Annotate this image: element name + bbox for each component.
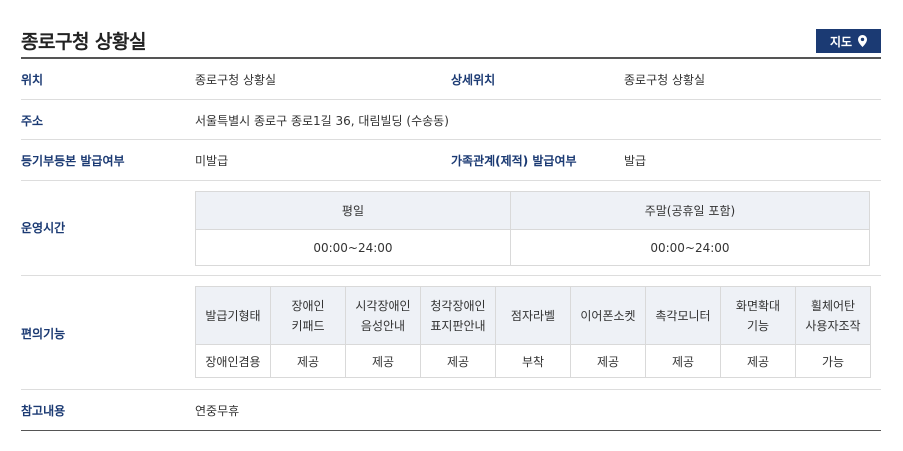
facility-detail-panel: 종로구청 상황실 지도 위치 종로구청 상황실 상세위치 종로구청 상황실 주소… <box>21 0 881 431</box>
family-value: 발급 <box>624 154 647 168</box>
page-title: 종로구청 상황실 <box>21 31 146 53</box>
address-label: 주소 <box>21 114 44 128</box>
convenience-row: 편의기능 발급기형태 장애인 키패드 시각장애인 음성안내 청각장애인 표지판안내 점… <box>21 276 881 390</box>
zoom-value: 제공 <box>720 344 796 378</box>
keypad-header: 장애인 키패드 <box>270 286 346 345</box>
voice-guide-value: 제공 <box>345 344 421 378</box>
voice-guide-header: 시각장애인 음성안내 <box>345 286 421 345</box>
location-label: 위치 <box>21 73 44 87</box>
issuance-row: 등기부등본 발급여부 미발급 가족관계(제적) 발급여부 발급 <box>21 140 881 181</box>
title-bar: 종로구청 상황실 지도 <box>21 0 881 59</box>
location-value: 종로구청 상황실 <box>195 73 277 87</box>
wheelchair-header: 휠체어탄 사용자조작 <box>795 286 871 345</box>
address-row: 주소 서울특별시 종로구 종로1길 36, 대림빌딩 (수송동) <box>21 100 881 140</box>
registry-label: 등기부등본 발급여부 <box>21 154 125 168</box>
family-label: 가족관계(제적) 발급여부 <box>451 154 577 168</box>
map-button-label: 지도 <box>829 34 853 49</box>
notes-value: 연중무휴 <box>195 404 240 418</box>
notes-label: 참고내용 <box>21 404 66 418</box>
hours-row: 운영시간 평일 주말(공휴일 포함) 00:00~24:00 00:00~24:… <box>21 181 881 276</box>
hours-label: 운영시간 <box>21 221 66 235</box>
weekend-header: 주말(공휴일 포함) <box>509 191 871 230</box>
sign-guide-header: 청각장애인 표지판안내 <box>420 286 496 345</box>
map-button[interactable]: 지도 <box>816 29 881 53</box>
keypad-value: 제공 <box>270 344 346 378</box>
detail-location-label: 상세위치 <box>451 73 496 87</box>
zoom-header: 화면확대 기능 <box>720 286 796 345</box>
weekend-hours: 00:00~24:00 <box>509 229 871 266</box>
machine-type-value: 장애인겸용 <box>195 344 271 378</box>
registry-value: 미발급 <box>195 154 229 168</box>
braille-header: 점자라벨 <box>495 286 571 345</box>
convenience-label: 편의기능 <box>21 327 66 341</box>
notes-row: 참고내용 연중무휴 <box>21 390 881 431</box>
convenience-table: 발급기형태 장애인 키패드 시각장애인 음성안내 청각장애인 표지판안내 점자라벨 이… <box>195 286 871 378</box>
location-row: 위치 종로구청 상황실 상세위치 종로구청 상황실 <box>21 59 881 100</box>
detail-location-value: 종로구청 상황실 <box>624 73 706 87</box>
weekday-hours: 00:00~24:00 <box>195 229 511 266</box>
sign-guide-value: 제공 <box>420 344 496 378</box>
earphone-value: 제공 <box>570 344 646 378</box>
weekday-header: 평일 <box>195 191 511 230</box>
tactile-monitor-value: 제공 <box>645 344 721 378</box>
earphone-header: 이어폰소켓 <box>570 286 646 345</box>
address-value: 서울특별시 종로구 종로1길 36, 대림빌딩 (수송동) <box>195 114 449 128</box>
braille-value: 부착 <box>495 344 571 378</box>
hours-table: 평일 주말(공휴일 포함) 00:00~24:00 00:00~24:00 <box>195 191 871 266</box>
machine-type-header: 발급기형태 <box>195 286 271 345</box>
map-pin-icon <box>858 35 868 47</box>
wheelchair-value: 가능 <box>795 344 871 378</box>
tactile-monitor-header: 촉각모니터 <box>645 286 721 345</box>
